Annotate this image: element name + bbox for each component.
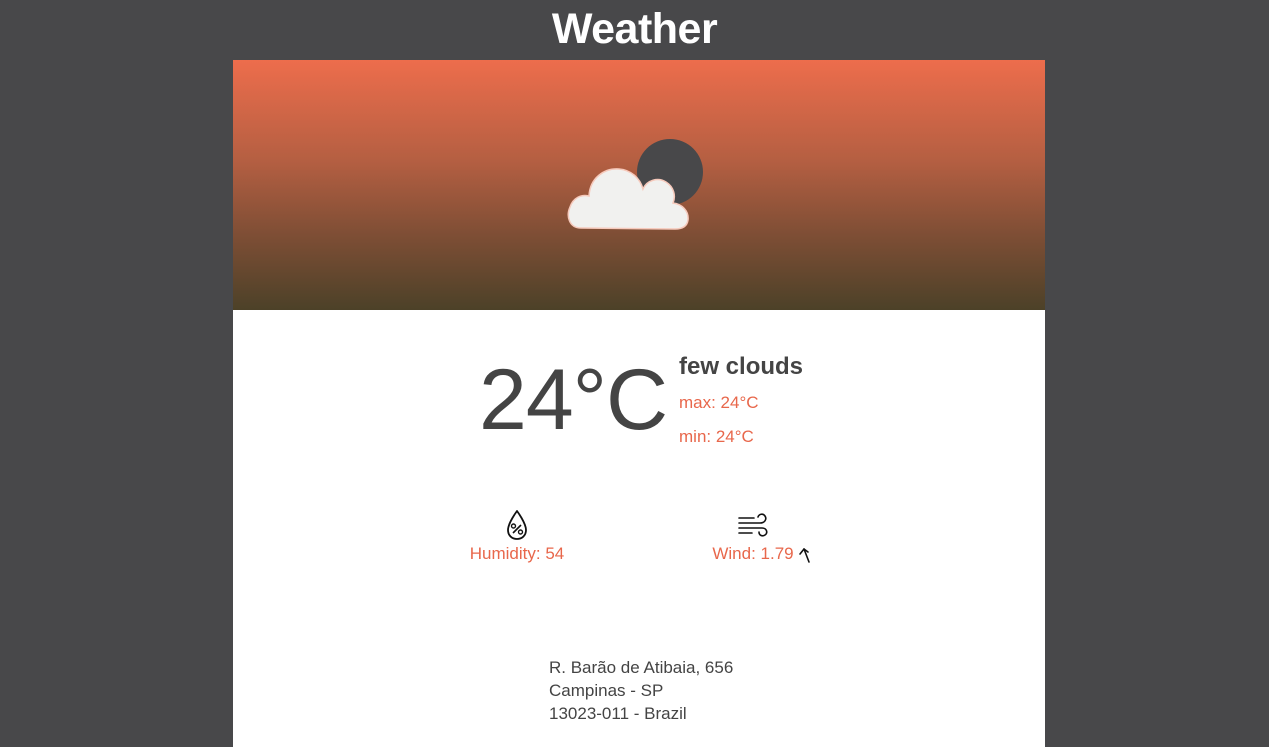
app-title: Weather: [551, 5, 718, 53]
wind-stat: Wind: 1.79: [693, 508, 813, 566]
humidity-stat: Humidity: 54: [457, 508, 577, 566]
address-city: Campinas - SP: [549, 681, 664, 700]
address-street: R. Barão de Atibaia, 656: [549, 658, 734, 677]
address-postal: 13023-011 - Brazil: [549, 704, 687, 723]
humidity-label: Humidity: 54: [469, 544, 565, 563]
weather-description: few clouds: [679, 353, 804, 380]
min-temperature: min: 24°C: [679, 427, 754, 446]
wind-icon: [738, 513, 768, 537]
few-clouds-night-icon: [567, 139, 703, 230]
wind-direction-arrow-icon: [799, 548, 810, 563]
max-temperature: max: 24°C: [679, 393, 759, 412]
current-temperature: 24°C: [479, 352, 668, 448]
weather-banner: [233, 60, 1045, 310]
address-block: R. Barão de Atibaia, 656 Campinas - SP 1…: [549, 656, 733, 725]
weather-card: 24°C few clouds max: 24°C min: 24°C Humi…: [233, 60, 1045, 747]
humidity-icon: [507, 510, 527, 540]
wind-label: Wind: 1.79: [712, 544, 794, 563]
